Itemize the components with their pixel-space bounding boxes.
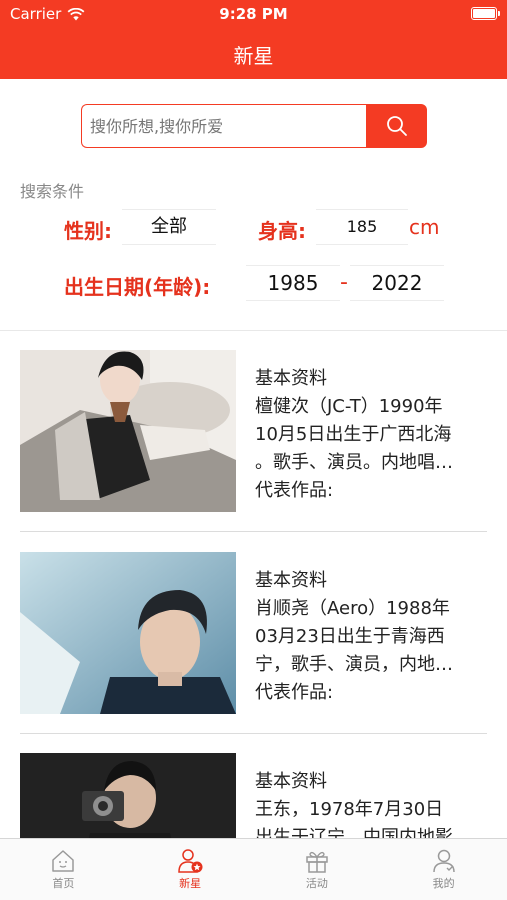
page-title: 新星 bbox=[233, 44, 274, 68]
tab-home[interactable]: 首页 bbox=[0, 839, 127, 900]
tab-label: 首页 bbox=[52, 877, 75, 890]
filter-section-title: 搜索条件 bbox=[20, 182, 85, 201]
search-button[interactable] bbox=[366, 104, 427, 148]
tab-label: 活动 bbox=[305, 877, 328, 890]
height-label: 身高: bbox=[258, 219, 306, 243]
search-input[interactable] bbox=[81, 104, 366, 148]
height-input[interactable]: 185 bbox=[316, 209, 408, 245]
search-bar bbox=[81, 104, 427, 148]
status-time: 9:28 PM bbox=[219, 5, 288, 23]
card-heading: 基本资料 bbox=[255, 368, 327, 389]
card-desc-line: 檀健次（JC-T）1990年 bbox=[255, 396, 443, 417]
card-desc-line: 。歌手、演员。内地唱… bbox=[255, 452, 453, 473]
card-desc-line: 肖顺尧（Aero）1988年 bbox=[255, 598, 450, 619]
home-icon bbox=[52, 850, 75, 872]
card-works-label: 代表作品: bbox=[255, 682, 334, 703]
tab-mine[interactable]: 我的 bbox=[380, 839, 507, 900]
birth-year-from[interactable]: 1985 bbox=[246, 265, 340, 301]
star-photo[interactable] bbox=[20, 552, 236, 714]
gender-selector[interactable]: 全部 bbox=[122, 209, 216, 245]
tab-activities[interactable]: 活动 bbox=[254, 839, 381, 900]
card-desc-line: 宁，歌手、演员，内地… bbox=[255, 654, 453, 675]
card-heading: 基本资料 bbox=[255, 771, 327, 792]
star-card[interactable]: 基本资料 檀健次（JC-T）1990年 10月5日出生于广西北海 。歌手、演员。… bbox=[20, 350, 487, 532]
star-card[interactable]: 基本资料 王东，1978年7月30日 出生于辽宁，中国内地影 bbox=[20, 753, 487, 838]
bottom-tab-bar: 首页 新星 活动 我的 bbox=[0, 838, 507, 900]
card-divider bbox=[20, 733, 487, 734]
tab-new-stars[interactable]: 新星 bbox=[127, 839, 254, 900]
section-divider bbox=[0, 330, 507, 331]
star-card[interactable]: 基本资料 肖顺尧（Aero）1988年 03月23日出生于青海西 宁，歌手、演员… bbox=[20, 552, 487, 734]
status-bar: Carrier 9:28 PM bbox=[0, 0, 507, 28]
battery-icon bbox=[471, 7, 500, 20]
card-desc-line: 03月23日出生于青海西 bbox=[255, 626, 445, 647]
card-desc-line: 出生于辽宁，中国内地影 bbox=[255, 827, 453, 838]
card-divider bbox=[20, 531, 487, 532]
card-desc-line: 王东，1978年7月30日 bbox=[255, 799, 444, 820]
height-unit: cm bbox=[409, 215, 440, 239]
user-icon bbox=[432, 849, 455, 873]
tab-label: 新星 bbox=[179, 877, 202, 890]
star-summary: 基本资料 肖顺尧（Aero）1988年 03月23日出生于青海西 宁，歌手、演员… bbox=[255, 567, 487, 707]
card-desc-line: 10月5日出生于广西北海 bbox=[255, 424, 452, 445]
gift-icon bbox=[306, 851, 328, 873]
birth-range-separator: - bbox=[340, 270, 348, 295]
star-summary: 基本资料 檀健次（JC-T）1990年 10月5日出生于广西北海 。歌手、演员。… bbox=[255, 365, 487, 505]
gender-label: 性别: bbox=[64, 219, 112, 243]
top-nav-bar: Carrier 9:28 PM 新星 bbox=[0, 0, 507, 79]
birth-date-label: 出生日期(年龄): bbox=[64, 275, 211, 299]
star-photo[interactable] bbox=[20, 753, 236, 838]
card-works-label: 代表作品: bbox=[255, 480, 334, 501]
star-summary: 基本资料 王东，1978年7月30日 出生于辽宁，中国内地影 bbox=[255, 768, 487, 838]
star-person-icon bbox=[178, 849, 203, 873]
star-photo[interactable] bbox=[20, 350, 236, 512]
tab-label: 我的 bbox=[432, 877, 455, 890]
search-icon bbox=[386, 116, 407, 136]
birth-year-to[interactable]: 2022 bbox=[350, 265, 444, 301]
card-heading: 基本资料 bbox=[255, 570, 327, 591]
